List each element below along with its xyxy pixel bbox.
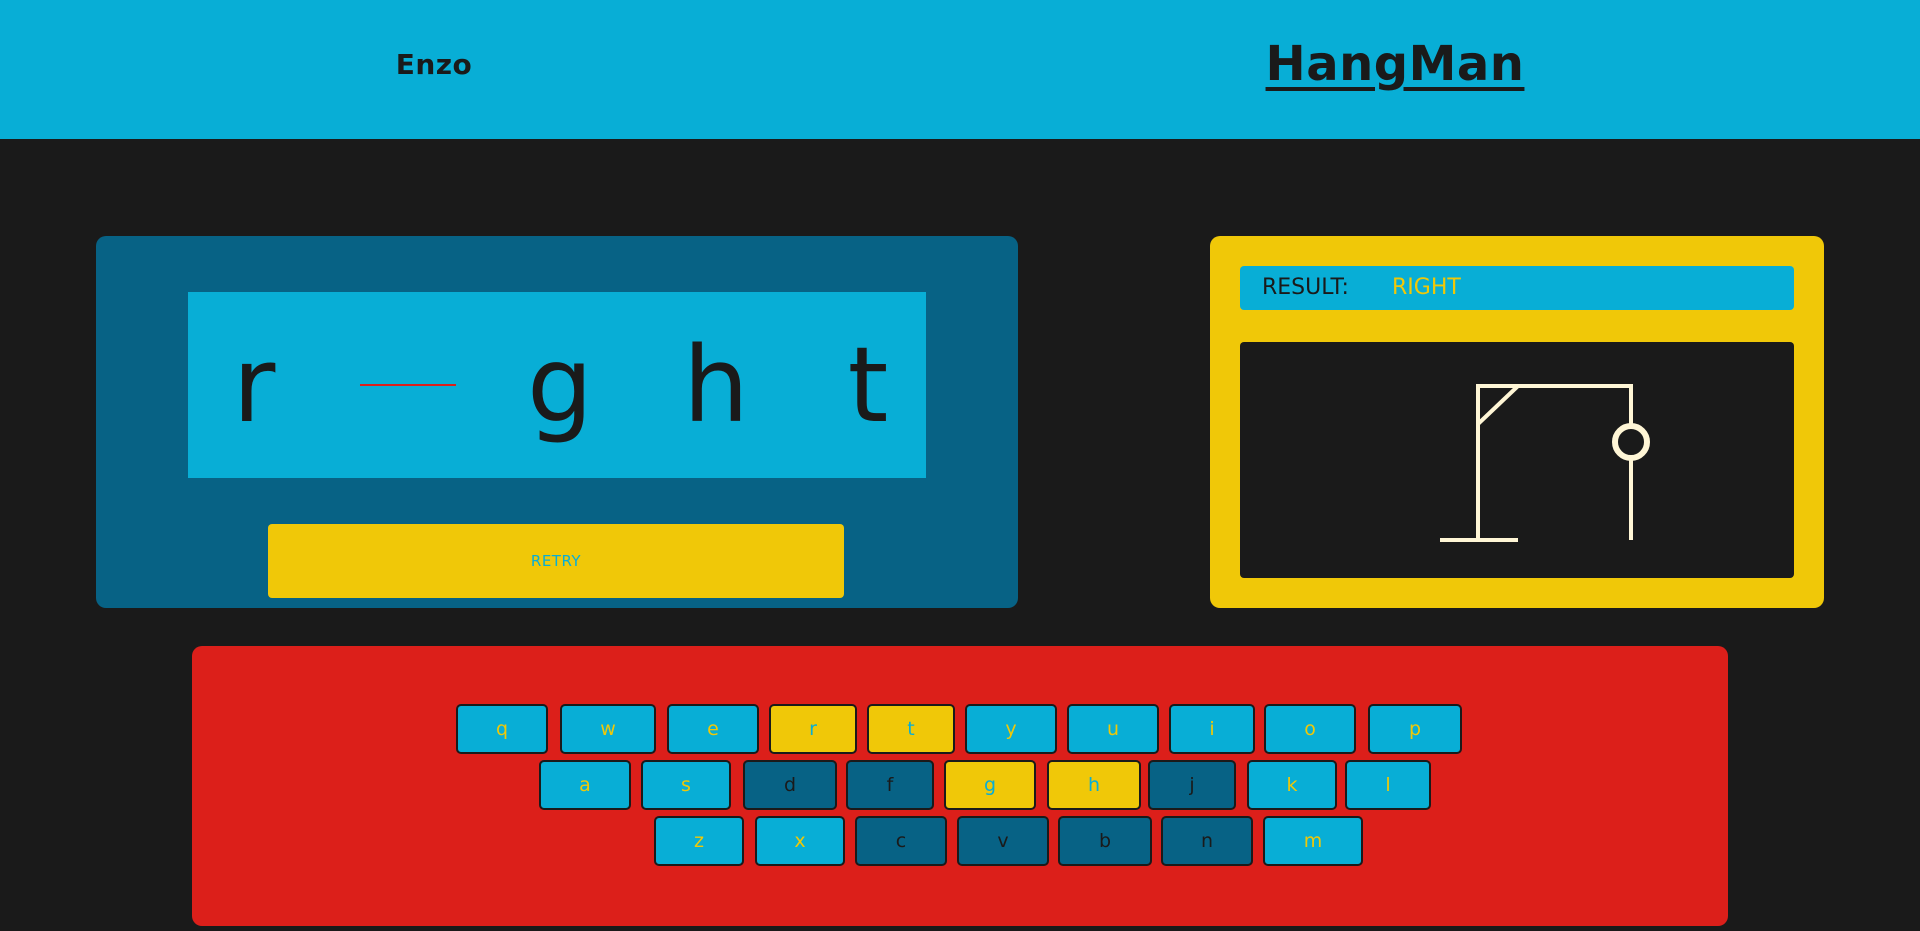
hangman-drawing [1240, 342, 1794, 578]
key-h[interactable]: h [1047, 760, 1141, 810]
key-p[interactable]: p [1368, 704, 1462, 754]
letter-slot-5: t [818, 292, 918, 478]
key-w[interactable]: w [560, 704, 656, 754]
key-f[interactable]: f [846, 760, 934, 810]
key-n[interactable]: n [1161, 816, 1253, 866]
letter-5: t [847, 324, 889, 446]
key-b[interactable]: b [1058, 816, 1152, 866]
key-t[interactable]: t [867, 704, 955, 754]
word-panel: r g h t RETRY [96, 236, 1018, 608]
word-display: r g h t [188, 292, 926, 478]
key-s[interactable]: s [641, 760, 731, 810]
key-y[interactable]: y [965, 704, 1057, 754]
header-bar: Enzo HangMan [0, 0, 1920, 139]
key-x[interactable]: x [755, 816, 845, 866]
key-o[interactable]: o [1264, 704, 1356, 754]
key-e[interactable]: e [667, 704, 759, 754]
letter-3: g [526, 324, 593, 446]
blank-underline [360, 384, 456, 386]
player-name: Enzo [395, 48, 473, 81]
result-label: RESULT: [1262, 275, 1349, 300]
key-l[interactable]: l [1345, 760, 1431, 810]
app-title: HangMan [1265, 36, 1525, 92]
letter-slot-2 [358, 292, 458, 478]
letter-slot-1: r [204, 292, 304, 478]
key-m[interactable]: m [1263, 816, 1363, 866]
key-g[interactable]: g [944, 760, 1036, 810]
key-i[interactable]: i [1169, 704, 1255, 754]
result-bar: RESULT: RIGHT [1240, 266, 1794, 310]
letter-1: r [232, 324, 276, 446]
keyboard-panel: qwertyuiop asdfghjkl zxcvbnm [192, 646, 1728, 926]
letter-slot-4: h [666, 292, 766, 478]
letter-slot-3: g [510, 292, 610, 478]
hangman-head [1612, 423, 1650, 461]
result-panel: RESULT: RIGHT [1210, 236, 1824, 608]
key-z[interactable]: z [654, 816, 744, 866]
result-value: RIGHT [1392, 275, 1461, 300]
key-q[interactable]: q [456, 704, 548, 754]
key-u[interactable]: u [1067, 704, 1159, 754]
key-j[interactable]: j [1148, 760, 1236, 810]
retry-button[interactable]: RETRY [268, 524, 844, 598]
key-d[interactable]: d [743, 760, 837, 810]
key-v[interactable]: v [957, 816, 1049, 866]
key-c[interactable]: c [855, 816, 947, 866]
key-k[interactable]: k [1247, 760, 1337, 810]
gallows-brace [1476, 384, 1520, 426]
key-a[interactable]: a [539, 760, 631, 810]
key-r[interactable]: r [769, 704, 857, 754]
gallows-svg [1440, 384, 1650, 542]
letter-4: h [683, 324, 749, 446]
